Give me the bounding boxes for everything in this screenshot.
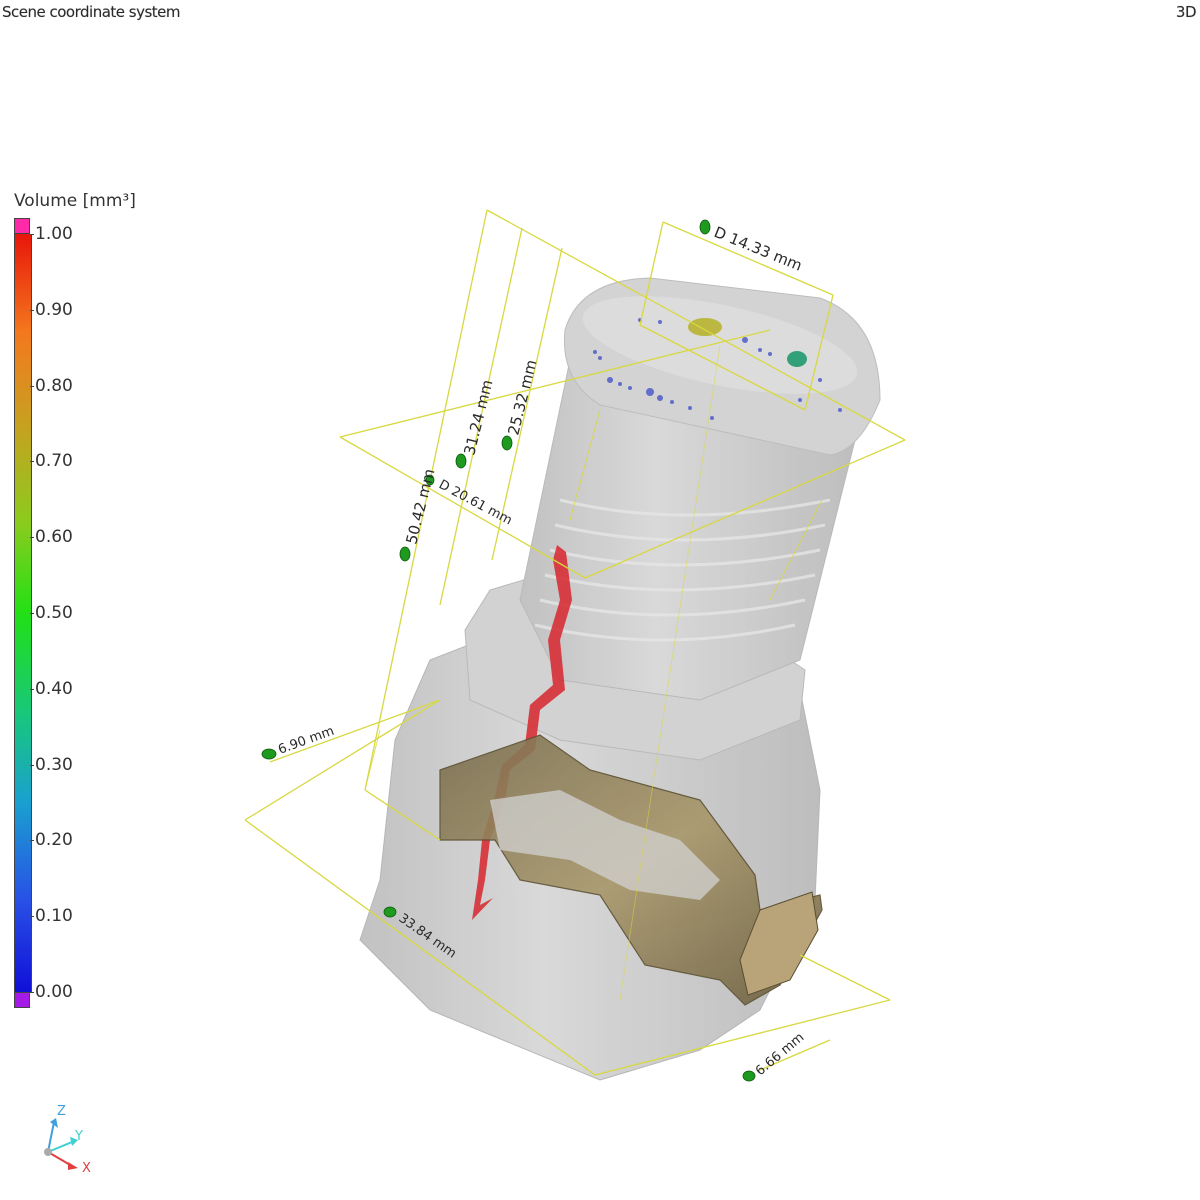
measure-31-24: 31.24 mm xyxy=(460,378,496,457)
legend-tick-label: 0.30 xyxy=(35,754,73,775)
legend-tick-label: 0.80 xyxy=(35,375,73,396)
legend-tick-label: 0.10 xyxy=(35,906,73,927)
legend-title: Volume [mm³] xyxy=(14,191,136,211)
legend-tick-label: 0.70 xyxy=(35,451,73,472)
legend-tick-mark xyxy=(30,537,34,539)
legend-tick-mark xyxy=(30,234,34,235)
legend-tick-label: 0.60 xyxy=(35,527,73,548)
legend-tick-mark xyxy=(30,688,34,690)
measure-d-20-61: D 20.61 mm xyxy=(436,477,514,528)
axis-z-label: Z xyxy=(57,1104,66,1119)
measure-6-66: 6.66 mm xyxy=(753,1030,807,1079)
legend-tick-label: 0.20 xyxy=(35,830,73,851)
axis-triad[interactable]: Z Y X xyxy=(44,1104,91,1176)
legend-tick-mark xyxy=(30,764,34,766)
3d-viewport[interactable]: D 14.33 mm 31.24 mm 25.32 mm 50.42 mm D … xyxy=(0,0,1200,1200)
legend-tick-mark xyxy=(30,613,34,614)
legend-tick-mark xyxy=(30,385,34,387)
legend-tick-label: 0.50 xyxy=(35,603,73,623)
legend-tick-label: 1.00 xyxy=(35,224,73,244)
axis-x-label: X xyxy=(82,1161,91,1176)
legend-tick-mark xyxy=(30,309,34,311)
legend-over-range-swatch xyxy=(14,218,30,234)
legend-under-range-swatch xyxy=(14,992,30,1008)
legend-tick-mark xyxy=(30,916,34,918)
measure-50-42: 50.42 mm xyxy=(402,467,438,546)
legend-tick-label: 0.00 xyxy=(35,982,73,1002)
measure-25-32: 25.32 mm xyxy=(504,358,540,437)
axis-y-label: Y xyxy=(74,1129,83,1144)
legend-tick-mark xyxy=(30,840,34,842)
legend-tick-mark xyxy=(30,461,34,463)
legend-tick-mark xyxy=(30,992,34,993)
measure-6-90: 6.90 mm xyxy=(276,724,336,758)
legend-tick-label: 0.90 xyxy=(35,299,73,320)
legend-tick-label: 0.40 xyxy=(35,678,73,699)
